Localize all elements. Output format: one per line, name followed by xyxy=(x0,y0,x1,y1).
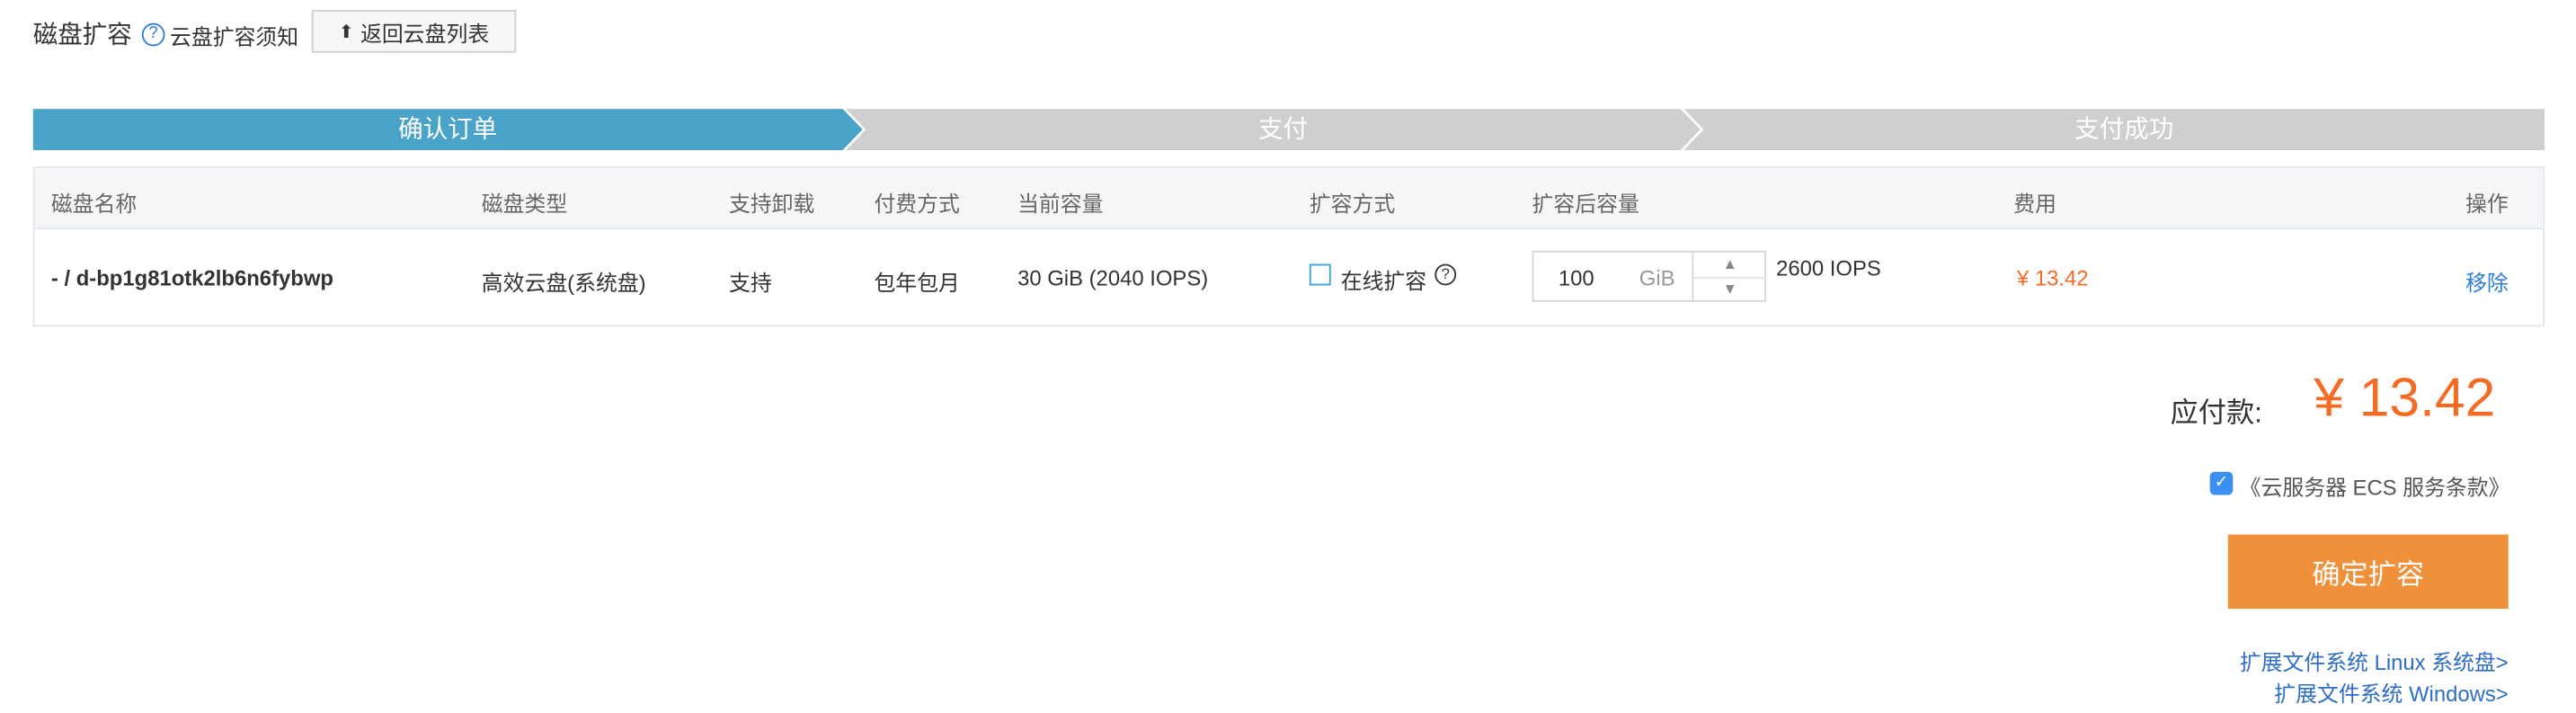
col-action: 操作 xyxy=(2465,191,2509,217)
back-to-disk-list-button[interactable]: ⬆ 返回云盘列表 xyxy=(311,10,517,53)
billing-value: 包年包月 xyxy=(874,270,960,296)
progress-steps: 确认订单 支付 支付成功 xyxy=(32,109,2545,150)
col-billing: 付费方式 xyxy=(874,191,960,217)
confirm-expand-button[interactable]: 确定扩容 xyxy=(2227,534,2509,610)
step-payment: 支付 xyxy=(1257,115,1308,144)
step-payment-success: 支付成功 xyxy=(2074,115,2174,144)
col-disk-name: 磁盘名称 xyxy=(50,191,138,217)
col-current-capacity: 当前容量 xyxy=(1017,191,1104,217)
page-title: 磁盘扩容 xyxy=(32,20,132,49)
extend-fs-linux-link[interactable]: 扩展文件系统 Linux 系统盘> xyxy=(2240,645,2509,676)
agreement-link[interactable]: 《云服务器 ECS 服务条款》 xyxy=(2240,470,2510,502)
step-confirm-order: 确认订单 xyxy=(398,115,498,144)
remove-link[interactable]: 移除 xyxy=(2465,265,2509,297)
disk-table: 磁盘名称 磁盘类型 支持卸载 付费方式 当前容量 扩容方式 扩容后容量 费用 操… xyxy=(32,166,2545,327)
expansion-help-link[interactable]: 云盘扩容须知 xyxy=(170,19,298,50)
col-disk-type: 磁盘类型 xyxy=(481,191,568,217)
decrement-icon[interactable]: ▼ xyxy=(1693,277,1766,302)
table-header: 磁盘名称 磁盘类型 支持卸载 付费方式 当前容量 扩容方式 扩容后容量 费用 操… xyxy=(34,168,2544,230)
capacity-input[interactable]: 100 GiB xyxy=(1532,250,1694,302)
new-iops-value: 2600 IOPS xyxy=(1776,255,1881,281)
upload-arrow-icon: ⬆ xyxy=(338,22,354,42)
col-detachable: 支持卸载 xyxy=(728,191,815,217)
agreement-checkbox[interactable]: ✓ xyxy=(2209,471,2234,495)
disk-name: - / d-bp1g81otk2lb6n6fybwp xyxy=(50,265,333,290)
capacity-unit: GiB xyxy=(1639,265,1675,290)
capacity-stepper[interactable]: ▲ ▼ xyxy=(1693,250,1767,302)
row-fee: ¥ 13.42 xyxy=(2016,265,2089,290)
increment-icon[interactable]: ▲ xyxy=(1693,253,1767,280)
capacity-value[interactable]: 100 xyxy=(1559,265,1594,290)
col-new-capacity: 扩容后容量 xyxy=(1532,191,1639,217)
online-expand-help-icon[interactable]: ? xyxy=(1435,263,1457,286)
current-capacity-value: 30 GiB (2040 IOPS) xyxy=(1017,265,1209,290)
disk-type: 高效云盘(系统盘) xyxy=(481,270,646,296)
detachable-value: 支持 xyxy=(728,270,772,296)
total-amount: ¥ 13.42 xyxy=(2314,366,2496,428)
col-fee: 费用 xyxy=(2013,191,2057,217)
extend-fs-windows-link[interactable]: 扩展文件系统 Windows> xyxy=(2274,676,2508,708)
online-expand-checkbox[interactable] xyxy=(1309,263,1331,286)
online-expand-label[interactable]: 在线扩容 xyxy=(1341,264,1426,296)
help-icon[interactable]: ? xyxy=(141,22,165,47)
page-header: 磁盘扩容 ? 云盘扩容须知 xyxy=(33,10,298,56)
total-label: 应付款: xyxy=(2170,397,2262,430)
page-root: 磁盘扩容 ? 云盘扩容须知 ⬆ 返回云盘列表 确认订单 支付 支付成功 磁盘名称… xyxy=(0,0,2576,713)
col-expand-method: 扩容方式 xyxy=(1309,191,1396,217)
back-button-label: 返回云盘列表 xyxy=(360,20,490,46)
